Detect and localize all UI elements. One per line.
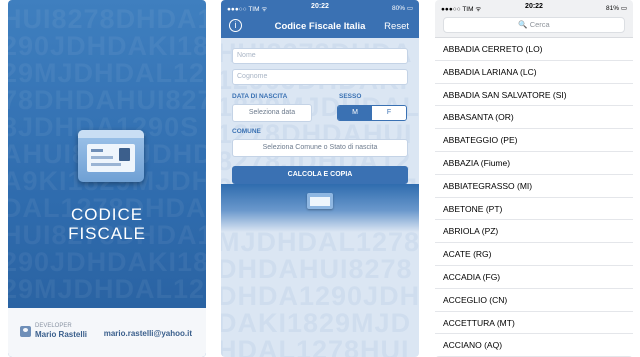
list-item[interactable]: ACCADIA (FG)	[435, 266, 633, 289]
form-screen: HUI8278DHDA1290JDHDAKI1829MJDHDAL1278DHD…	[221, 0, 419, 357]
developer-label: DEVELOPER	[35, 323, 72, 329]
list-item[interactable]: ACCEGLIO (CN)	[435, 289, 633, 312]
list-item[interactable]: ABBADIA SAN SALVATORE (SI)	[435, 84, 633, 107]
app-title-line1: CODICE	[70, 205, 144, 224]
list-item[interactable]: ABBADIA CERRETO (LO)	[435, 38, 633, 61]
list-item[interactable]: ABBAZIA (Fiume)	[435, 152, 633, 175]
sex-f-segment[interactable]: F	[372, 106, 406, 120]
list-item[interactable]: ABETONE (PT)	[435, 198, 633, 221]
list-item[interactable]: ACCETTURA (MT)	[435, 312, 633, 335]
search-header: ●●●○○ TIM ᯤ 20:22 81% ▭ 🔍 Cerca	[435, 0, 633, 38]
comune-label: COMUNE	[232, 128, 261, 135]
sex-label: SESSO	[339, 93, 362, 100]
list-item[interactable]: ABBIATEGRASSO (MI)	[435, 175, 633, 198]
surname-field[interactable]: Cognome	[232, 69, 408, 85]
list-item[interactable]: ABBATEGGIO (PE)	[435, 129, 633, 152]
reset-button[interactable]: Reset	[384, 21, 409, 32]
sex-segmented-control: M F	[337, 105, 407, 121]
sex-m-segment[interactable]: M	[338, 106, 372, 120]
list-item[interactable]: ABRIOLA (PZ)	[435, 220, 633, 244]
id-card-icon	[78, 130, 144, 182]
screenshot-stage: HUI8278DHDA1290JDHDAKI1829MJDHDAL1278DHD…	[0, 0, 640, 357]
list-item[interactable]: ACCIANO (AQ)	[435, 334, 633, 357]
select-date-button[interactable]: Seleziona data	[232, 104, 312, 122]
birth-date-label: DATA DI NASCITA	[232, 93, 288, 100]
comune-list-screen: ●●●○○ TIM ᯤ 20:22 81% ▭ 🔍 Cerca ABBADIA …	[435, 0, 633, 357]
id-card-icon	[307, 193, 333, 209]
calculate-copy-button[interactable]: CALCOLA E COPIA	[232, 166, 408, 184]
app-title-line2: FISCALE	[68, 224, 146, 243]
status-time: 20:22	[311, 3, 329, 10]
battery-indicator: 80% ▭	[392, 5, 413, 12]
splash-screen: HUI8278DHDA1290JDHDAKI1829MJDHDAL1278DHD…	[8, 0, 206, 357]
name-field[interactable]: Nome	[232, 48, 408, 64]
developer-avatar-icon	[20, 326, 31, 337]
navigation-bar: ●●●○○ TIM ᯤ 20:22 80% ▭ i Codice Fiscale…	[221, 0, 419, 38]
battery-indicator: 81% ▭	[606, 5, 627, 12]
developer-email-link[interactable]: mario.rastelli@yahoo.it	[104, 329, 192, 338]
status-bar: ●●●○○ TIM ᯤ 20:22 80% ▭	[221, 0, 419, 14]
comune-list: ABBADIA CERRETO (LO) ABBADIA LARIANA (LC…	[435, 38, 633, 357]
status-time: 20:22	[525, 3, 543, 10]
status-bar: ●●●○○ TIM ᯤ 20:22 81% ▭	[435, 0, 633, 14]
list-item[interactable]: ACATE (RG)	[435, 243, 633, 266]
search-input[interactable]: 🔍 Cerca	[443, 17, 625, 33]
list-item[interactable]: ABBASANTA (OR)	[435, 106, 633, 130]
select-comune-button[interactable]: Seleziona Comune o Stato di nascita	[232, 139, 408, 157]
developer-name: Mario Rastelli	[35, 330, 88, 339]
list-item[interactable]: ABBADIA LARIANA (LC)	[435, 61, 633, 84]
developer-footer: DEVELOPER Mario Rastelli mario.rastelli@…	[8, 308, 206, 357]
